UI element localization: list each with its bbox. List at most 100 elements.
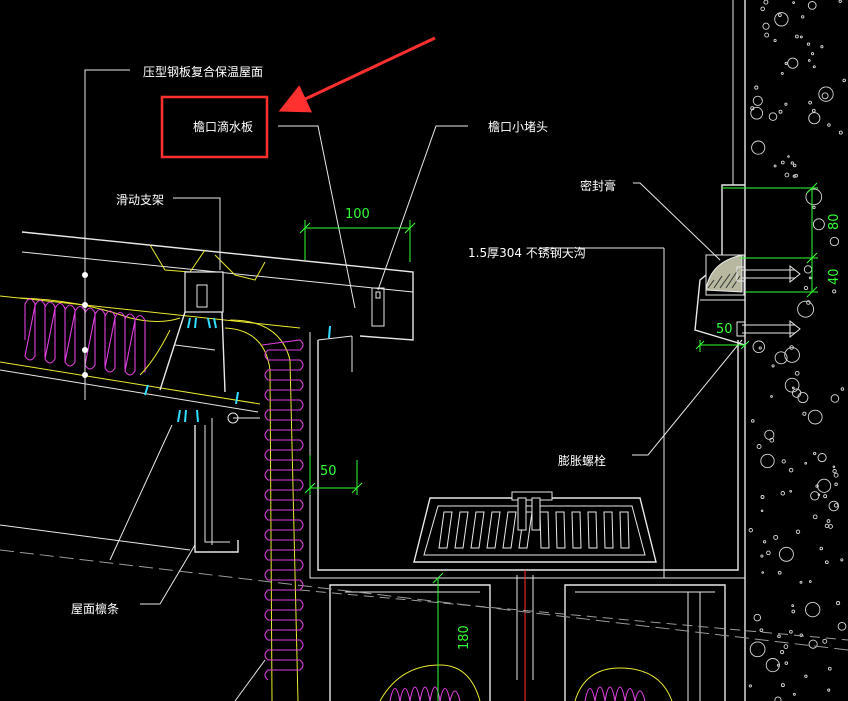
aggregate-dot <box>804 461 808 465</box>
cad-drawing: 100 50 50 80 40 180 压型钢板复合保温屋面 檐口滴水板 檐口小… <box>0 0 848 701</box>
aggregate-dot <box>760 495 765 499</box>
aggregate-dot <box>832 465 836 468</box>
grate-slot <box>486 511 501 549</box>
aggregate-dot <box>829 236 840 247</box>
aggregate-dot <box>759 628 764 633</box>
aggregate-dot <box>808 276 812 280</box>
aggregate-dot <box>807 1 817 10</box>
aggregate-dot <box>795 529 801 534</box>
aggregate-dot <box>760 509 764 512</box>
aggregate-dot <box>792 163 797 168</box>
aggregate-dot <box>784 377 800 393</box>
aggregate-dot <box>823 494 828 499</box>
dim-50-right-label: 50 <box>716 322 733 337</box>
dimension-50-left: 50 <box>304 455 363 495</box>
aggregate-dot <box>752 340 766 354</box>
aggregate-dot <box>799 580 803 584</box>
aggregate-dot <box>773 38 777 43</box>
grate-slot <box>438 511 453 549</box>
aggregate-dot <box>808 580 812 583</box>
aggregate-dot <box>750 106 764 120</box>
roof-panel <box>0 231 414 413</box>
aggregate-dot <box>760 6 765 12</box>
aggregate-dot <box>837 621 847 631</box>
label-expansion-bolt: 膨胀螺栓 <box>558 453 606 468</box>
aggregate-dot <box>810 491 820 501</box>
aggregate-dot <box>790 161 794 165</box>
aggregate-dot <box>827 688 831 692</box>
aggregate-dot <box>770 395 773 398</box>
aggregate-dot <box>762 22 770 30</box>
label-drip-plate: 檐口滴水板 <box>193 119 253 134</box>
grate-slot <box>619 511 630 549</box>
aggregate-dot <box>810 52 815 56</box>
aggregate-dot <box>808 112 821 125</box>
aggregate-dot <box>780 160 785 165</box>
aggregate-dot <box>792 692 796 696</box>
concrete-aggregate <box>748 0 847 701</box>
red-arrow-icon <box>278 36 436 113</box>
aggregate-dot <box>780 683 785 688</box>
aggregate-dot <box>833 503 839 508</box>
aggregate-dot <box>827 666 832 671</box>
aggregate-dot <box>788 467 794 473</box>
label-gutter: 1.5厚304 不锈钢天沟 <box>468 246 586 260</box>
expansion-bolt-top <box>742 264 801 284</box>
aggregate-dot <box>771 364 775 368</box>
aggregate-dot <box>778 13 782 17</box>
aggregate-dot <box>794 370 800 376</box>
aggregate-dot <box>818 86 834 102</box>
stainless-gutter <box>309 248 745 579</box>
aggregate-dot <box>766 550 771 556</box>
aggregate-dot <box>748 528 753 533</box>
aggregate-dot <box>780 71 784 75</box>
aggregate-dot <box>774 696 782 701</box>
aggregate-dot <box>752 95 763 106</box>
aggregate-dot <box>778 546 794 562</box>
aggregate-dot <box>768 112 778 121</box>
aggregate-dot <box>797 392 809 404</box>
lower-structure <box>0 549 848 701</box>
aggregate-dot <box>807 409 823 425</box>
aggregate-dot <box>812 205 816 210</box>
aggregate-dot <box>787 155 790 158</box>
aggregate-dot <box>791 604 795 607</box>
dimension-50-right: 50 <box>695 322 750 352</box>
aggregate-dot <box>780 491 786 496</box>
aggregate-dot <box>805 601 821 618</box>
aggregate-dot <box>784 172 790 178</box>
aggregate-dot <box>791 386 795 390</box>
aggregate-dot <box>784 61 788 65</box>
grate-slot <box>603 511 614 549</box>
aggregate-dot <box>789 489 793 493</box>
aggregate-dot <box>773 164 777 168</box>
aggregate-dot <box>822 638 828 644</box>
label-sliding-bracket: 滑动支架 <box>116 193 164 207</box>
aggregate-dot <box>812 65 816 69</box>
aggregate-dot <box>826 519 831 523</box>
grate-slot <box>470 511 485 549</box>
grate-slot <box>587 511 598 549</box>
aggregate-dot <box>840 387 845 391</box>
aggregate-dot <box>764 32 770 38</box>
aggregate-dot <box>824 523 830 529</box>
aggregate-dot <box>820 45 824 49</box>
aggregate-dot <box>762 540 767 544</box>
dim-40-label: 40 <box>827 268 842 285</box>
label-purlin: 屋面檩条 <box>71 601 119 616</box>
aggregate-dot <box>828 500 840 512</box>
aggregate-dot <box>821 92 829 100</box>
expansion-bolt-bottom <box>742 319 801 339</box>
aggregate-dot <box>758 346 762 350</box>
aggregate-dot <box>784 661 789 665</box>
aggregate-dot <box>806 42 811 46</box>
grate-slot <box>502 511 517 549</box>
aggregate-dot <box>756 444 762 449</box>
aggregate-dot <box>781 459 786 464</box>
dim-100-label: 100 <box>345 207 370 222</box>
aggregate-dot <box>811 108 816 113</box>
dim-80-label: 80 <box>827 213 842 230</box>
label-sealant: 密封膏 <box>580 178 616 193</box>
aggregate-dot <box>842 78 846 83</box>
aggregate-dot <box>819 546 824 551</box>
